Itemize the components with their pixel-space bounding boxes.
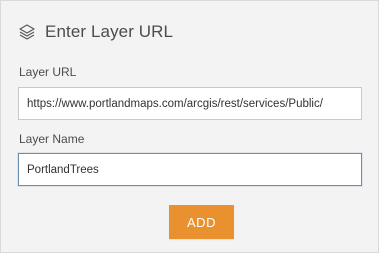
layer-url-label: Layer URL: [19, 65, 77, 79]
add-button[interactable]: ADD: [169, 205, 234, 239]
layer-url-input[interactable]: [18, 87, 362, 120]
layers-icon: [18, 23, 36, 41]
layer-name-input[interactable]: [18, 153, 362, 186]
panel-title: Enter Layer URL: [45, 22, 174, 41]
enter-layer-url-panel: Enter Layer URL Layer URL Layer Name ADD: [0, 0, 379, 253]
panel-header: Enter Layer URL: [18, 20, 173, 44]
layer-name-label: Layer Name: [19, 132, 85, 146]
